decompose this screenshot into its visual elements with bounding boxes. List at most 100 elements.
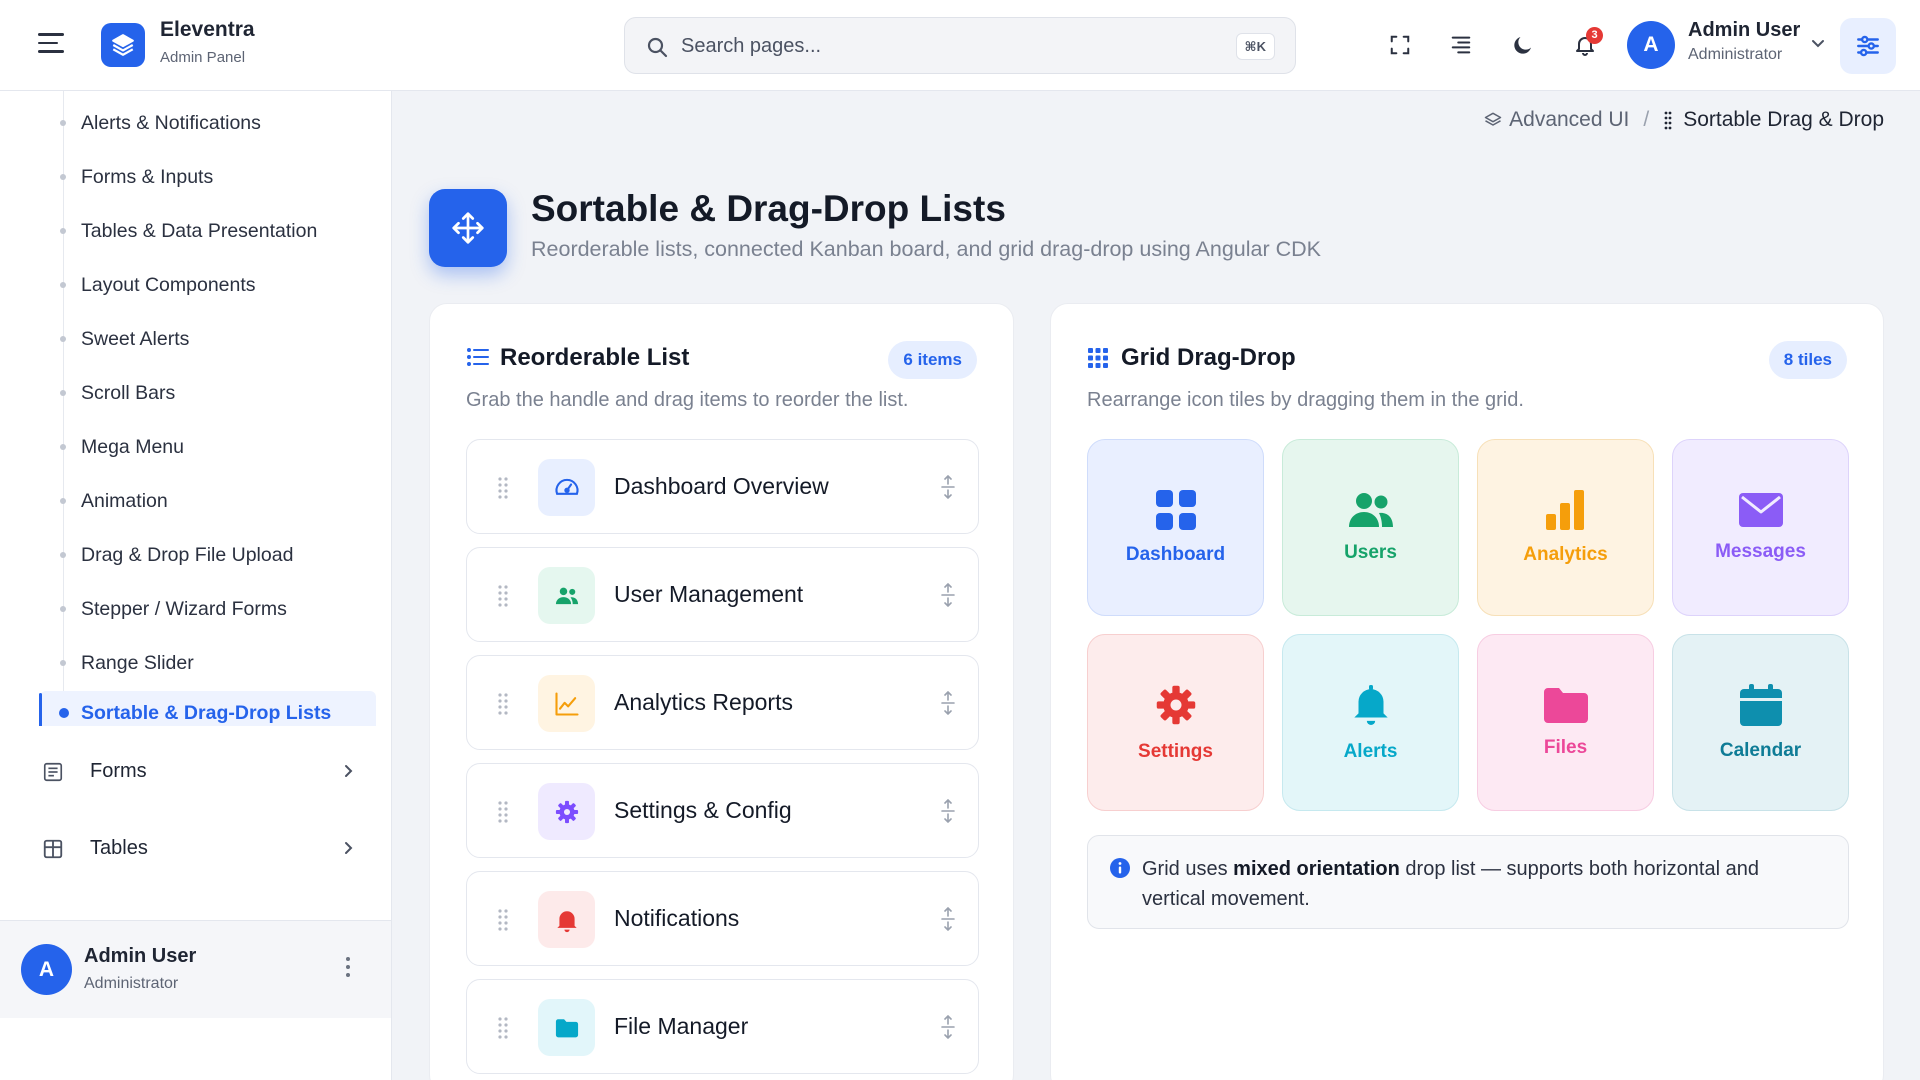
drag-handle-icon[interactable] [497,584,509,608]
search-input[interactable] [681,28,1201,64]
tile-users[interactable]: Users [1282,439,1459,616]
sidebar-item-sweet-alerts[interactable]: Sweet Alerts [40,317,376,361]
move-vertical-icon [941,1015,955,1039]
tile-label: Settings [1138,740,1213,762]
brand-subtitle: Admin Panel [160,49,246,66]
bar-chart-icon [1545,489,1584,530]
user-avatar[interactable]: A [1627,21,1675,69]
more-vertical-icon[interactable] [340,957,356,983]
table-icon [43,839,63,859]
card-title: Reorderable List [500,344,690,371]
drag-handle-icon [1664,111,1672,130]
move-vertical-icon [941,907,955,931]
menu-toggle-icon[interactable] [38,33,64,57]
sidebar-item-stepper[interactable]: Stepper / Wizard Forms [40,587,376,631]
users-icon [1348,492,1393,527]
notification-count-badge: 3 [1586,27,1603,44]
sidebar-group-tables[interactable]: Tables [20,818,376,878]
sidebar-group-forms[interactable]: Forms [20,741,376,801]
list-item[interactable]: User Management [466,547,979,642]
bell-icon [1353,684,1388,725]
search-icon [647,37,668,58]
user-name[interactable]: Admin User [1688,19,1800,42]
sidebar-item-tables-data[interactable]: Tables & Data Presentation [40,209,376,253]
sidebar-item-range-slider[interactable]: Range Slider [40,641,376,685]
tile-dashboard[interactable]: Dashboard [1087,439,1264,616]
card-description: Rearrange icon tiles by dragging them in… [1087,389,1524,411]
list-item[interactable]: Notifications [466,871,979,966]
breadcrumb-separator: / [1643,108,1650,131]
sidebar-item-layout-components[interactable]: Layout Components [40,263,376,307]
list-item-label: Settings & Config [614,797,792,823]
info-note: Grid uses mixed orientation drop list — … [1087,835,1849,929]
gauge-icon [538,459,595,516]
sidebar-item-label: Range Slider [81,651,194,674]
tile-messages[interactable]: Messages [1672,439,1849,616]
sidebar-item-file-upload[interactable]: Drag & Drop File Upload [40,533,376,577]
drag-handle-icon[interactable] [497,800,509,824]
tile-analytics[interactable]: Analytics [1477,439,1654,616]
info-icon [1110,858,1130,878]
form-icon [43,762,63,782]
gear-icon [1156,685,1195,724]
list-item-label: Analytics Reports [614,689,793,715]
breadcrumb: Advanced UI / Sortable Drag & Drop [1483,106,1884,134]
drag-handle-icon[interactable] [497,476,509,500]
page-subtitle: Reorderable lists, connected Kanban boar… [531,237,1322,261]
search-shortcut-badge: ⌘K [1235,33,1275,60]
layers-icon [112,34,134,56]
sidebar-group-label: Tables [90,836,148,859]
tile-settings[interactable]: Settings [1087,634,1264,811]
move-vertical-icon [941,799,955,823]
moon-icon[interactable] [1508,30,1538,60]
drag-handle-icon[interactable] [497,1016,509,1040]
drag-handle-icon[interactable] [497,692,509,716]
grid-icon [1155,489,1196,530]
calendar-icon [1739,683,1782,726]
footer-user-role: Administrator [84,975,179,992]
sliders-icon [1857,35,1879,57]
list-item-label: User Management [614,581,804,607]
sidebar-item-alerts-notifications[interactable]: Alerts & Notifications [40,101,376,145]
sidebar-group-label: Forms [90,759,147,782]
notifications-button[interactable]: 3 [1570,27,1603,60]
search-box[interactable]: ⌘K [624,17,1296,74]
drag-handle-icon[interactable] [497,908,509,932]
avatar[interactable]: A [21,944,72,995]
chevron-down-icon[interactable] [1810,35,1826,51]
sidebar-item-scroll-bars[interactable]: Scroll Bars [40,371,376,415]
tile-calendar[interactable]: Calendar [1672,634,1849,811]
bell-icon [538,891,595,948]
customizer-button[interactable] [1840,18,1896,74]
tile-alerts[interactable]: Alerts [1282,634,1459,811]
tile-files[interactable]: Files [1477,634,1654,811]
sidebar-item-animation[interactable]: Animation [40,479,376,523]
align-right-icon[interactable] [1446,30,1476,60]
breadcrumb-parent[interactable]: Advanced UI [1483,108,1629,132]
folder-icon [538,999,595,1056]
users-icon [538,567,595,624]
sidebar-item-forms-inputs[interactable]: Forms & Inputs [40,155,376,199]
chevron-right-icon [345,765,353,777]
tile-count-badge: 8 tiles [1768,341,1847,379]
tile-label: Analytics [1523,543,1608,565]
sidebar-item-label: Animation [81,489,168,512]
sidebar-item-label: Drag & Drop File Upload [81,543,294,566]
tile-label: Dashboard [1125,543,1226,565]
tile-label: Files [1543,736,1588,758]
list-item[interactable]: Settings & Config [466,763,979,858]
sidebar-item-sortable-lists[interactable]: Sortable & Drag-Drop Lists [39,691,376,726]
info-text-prefix: Grid uses [1142,858,1234,880]
footer-user-name: Admin User [84,945,197,967]
list-item[interactable]: Dashboard Overview [466,439,979,534]
list-item[interactable]: File Manager [466,979,979,1074]
tile-label: Messages [1715,540,1806,562]
sidebar-item-label: Mega Menu [81,435,184,458]
fullscreen-icon[interactable] [1385,30,1415,60]
sidebar-item-mega-menu[interactable]: Mega Menu [40,425,376,469]
list-item[interactable]: Analytics Reports [466,655,979,750]
top-header: Eleventra Admin Panel ⌘K 3 A Admin User … [0,0,1920,91]
move-vertical-icon [941,475,955,499]
brand-logo[interactable] [101,23,145,67]
page-icon [429,189,507,267]
